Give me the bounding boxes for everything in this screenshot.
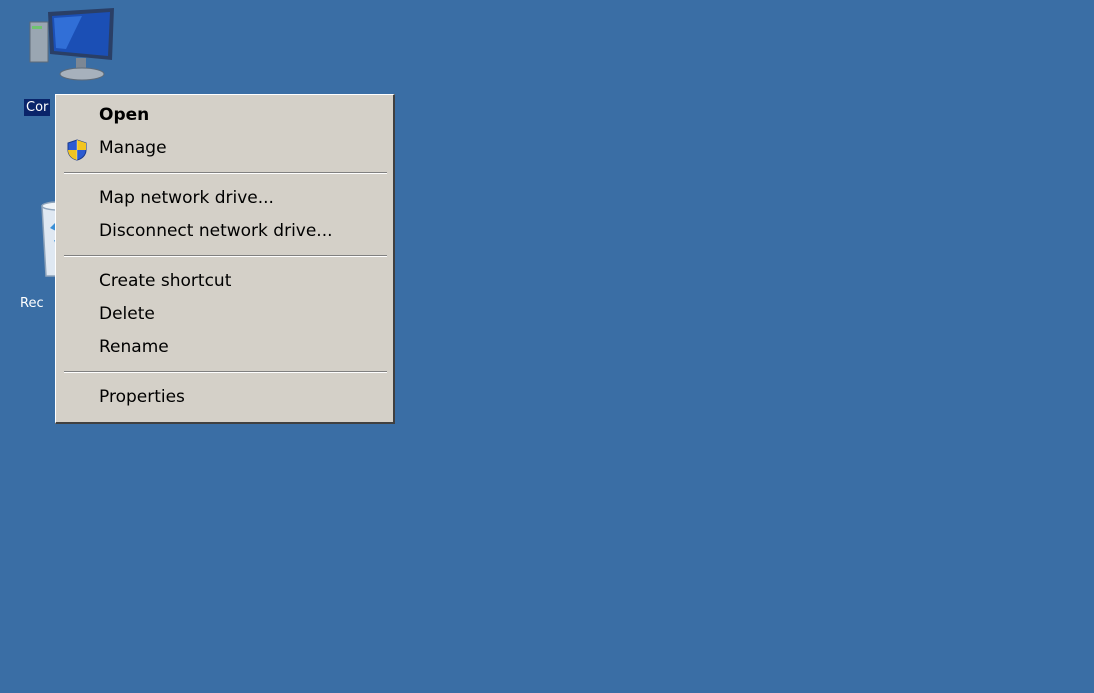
menu-item-properties[interactable]: Properties [56, 381, 393, 414]
menu-separator [64, 172, 387, 174]
desktop-icon-computer-label: Cor [24, 99, 51, 116]
uac-shield-icon [67, 139, 87, 161]
menu-item-delete[interactable]: Delete [56, 298, 393, 331]
menu-separator [64, 371, 387, 373]
menu-item-disconnect-network-drive-label: Disconnect network drive... [99, 221, 333, 241]
menu-item-map-network-drive-label: Map network drive... [99, 188, 274, 208]
context-menu: Open Manage Map network drive... Disconn… [55, 94, 395, 424]
menu-item-properties-label: Properties [99, 387, 185, 407]
desktop[interactable]: Cor Rec Open Manage Map network drive... [0, 0, 1094, 693]
desktop-icon-computer[interactable]: Cor [22, 4, 114, 116]
computer-icon [29, 8, 114, 81]
menu-item-rename[interactable]: Rename [56, 331, 393, 364]
menu-item-open[interactable]: Open [56, 99, 393, 132]
menu-item-delete-label: Delete [99, 304, 155, 324]
menu-separator [64, 255, 387, 257]
menu-item-create-shortcut[interactable]: Create shortcut [56, 265, 393, 298]
menu-item-manage[interactable]: Manage [56, 132, 393, 165]
menu-item-open-label: Open [99, 105, 150, 125]
menu-item-disconnect-network-drive[interactable]: Disconnect network drive... [56, 215, 393, 248]
menu-item-map-network-drive[interactable]: Map network drive... [56, 182, 393, 215]
menu-item-create-shortcut-label: Create shortcut [99, 271, 232, 291]
desktop-icon-recycle-bin-label: Rec [20, 296, 44, 311]
menu-item-manage-label: Manage [99, 138, 167, 158]
menu-item-rename-label: Rename [99, 337, 169, 357]
